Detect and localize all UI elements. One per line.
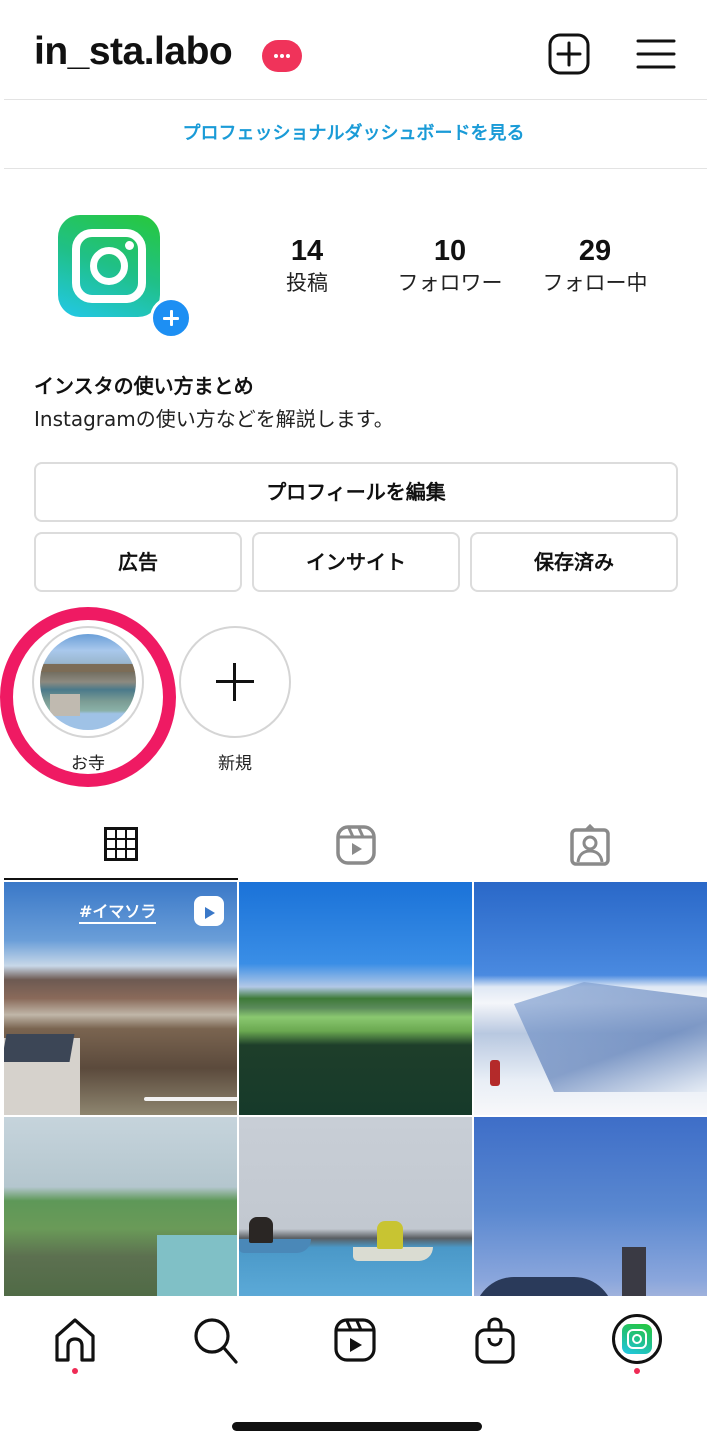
post-thumbnail[interactable]: #イマソラ — [4, 882, 237, 1115]
image-kayak — [353, 1247, 433, 1261]
saved-button[interactable]: 保存済み — [470, 532, 678, 592]
username-title[interactable]: in_sta.labo — [34, 30, 233, 74]
search-icon[interactable] — [192, 1316, 240, 1364]
shopping-bag-icon[interactable] — [472, 1316, 520, 1364]
insights-button[interactable]: インサイト — [252, 532, 460, 592]
bio-text: Instagramの使い方などを解説します。 — [34, 407, 394, 431]
grid-icon — [104, 827, 138, 861]
dot — [274, 54, 278, 58]
add-story-button[interactable] — [150, 297, 192, 339]
following-label: フォロー中 — [542, 271, 648, 295]
followers-label: フォロワー — [397, 271, 503, 295]
image-paddler — [377, 1221, 403, 1249]
dot — [286, 54, 290, 58]
ads-button[interactable]: 広告 — [34, 532, 242, 592]
following-count: 29 — [578, 235, 612, 267]
camera-dot — [125, 241, 134, 250]
home-indicator[interactable] — [232, 1422, 482, 1431]
profile-notification-dot — [634, 1368, 640, 1374]
divider — [4, 168, 707, 169]
stat-following[interactable]: 29 フォロー中 — [530, 234, 660, 298]
dot — [280, 54, 284, 58]
highlight-label: 新規 — [218, 754, 252, 774]
post-thumbnail[interactable] — [474, 882, 707, 1115]
tagged-person-icon — [570, 824, 610, 866]
annotation-circle — [0, 607, 176, 787]
stat-followers[interactable]: 10 フォロワー — [385, 234, 515, 298]
edit-profile-button[interactable]: プロフィールを編集 — [34, 462, 678, 522]
highlight-new[interactable]: 新規 — [179, 626, 291, 776]
bio-name: インスタの使い方まとめ — [34, 374, 254, 398]
tab-grid[interactable] — [4, 812, 238, 880]
reels-icon[interactable] — [332, 1316, 380, 1364]
plus-square-icon[interactable] — [548, 33, 590, 75]
logo-lens — [632, 1334, 642, 1344]
posts-label: 投稿 — [286, 271, 328, 295]
profile-header: in_sta.labo — [0, 0, 707, 100]
hashtag-overlay: #イマソラ — [79, 902, 157, 924]
profile-avatar[interactable] — [58, 215, 160, 317]
image-paddler — [249, 1217, 273, 1243]
reels-icon — [336, 825, 376, 865]
image-sea — [157, 1235, 237, 1297]
more-dots-badge[interactable] — [262, 40, 302, 72]
home-notification-dot — [72, 1368, 78, 1374]
followers-count: 10 — [433, 235, 467, 267]
posts-count: 14 — [290, 235, 324, 267]
tab-reels[interactable] — [239, 812, 473, 880]
active-tab-indicator — [4, 878, 238, 880]
image-roof — [4, 1034, 75, 1062]
camera-lens — [90, 247, 128, 285]
tab-tagged[interactable] — [473, 812, 707, 880]
posts-grid: #イマソラ — [4, 882, 707, 1350]
new-highlight-circle — [179, 626, 291, 738]
image-ridge — [514, 982, 707, 1092]
hamburger-menu-icon[interactable] — [636, 36, 676, 72]
profile-avatar-tab[interactable] — [612, 1314, 662, 1364]
image-hiker — [490, 1060, 500, 1086]
professional-dashboard-link[interactable]: プロフェッショナルダッシュボードを見る — [0, 100, 707, 168]
plus-icon — [216, 663, 254, 701]
stat-posts: 14 投稿 — [262, 234, 352, 298]
reel-badge-icon — [194, 896, 224, 926]
home-icon[interactable] — [51, 1316, 99, 1364]
image-rail — [144, 1097, 237, 1101]
profile-avatar-icon — [622, 1324, 652, 1354]
post-thumbnail[interactable] — [239, 882, 472, 1115]
